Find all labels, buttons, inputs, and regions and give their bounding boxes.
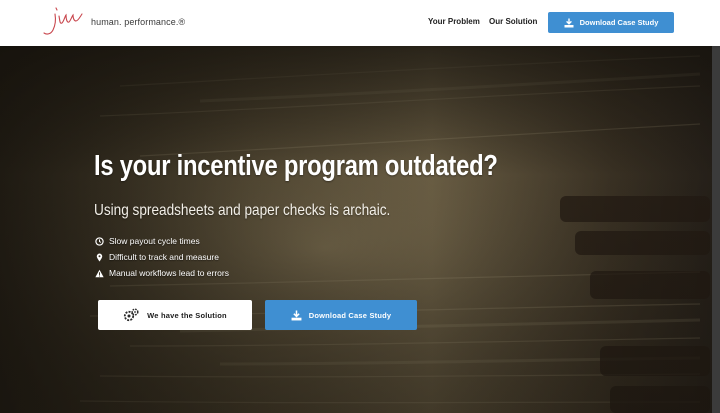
clock-icon xyxy=(95,236,104,246)
map-pin-icon xyxy=(96,253,103,262)
hero-title: Is your incentive program outdated? xyxy=(94,150,498,182)
header-download-label: Download Case Study xyxy=(579,18,659,27)
solution-button-label: We have the Solution xyxy=(147,310,227,320)
page-edge-strip xyxy=(712,46,720,413)
bullet-text: Slow payout cycle times xyxy=(109,236,200,246)
hero-subtitle: Using spreadsheets and paper checks is a… xyxy=(94,202,391,219)
nav-your-problem[interactable]: Your Problem xyxy=(428,17,480,26)
hero-download-label: Download Case Study xyxy=(308,310,392,320)
bullet-text: Difficult to track and measure xyxy=(109,252,219,262)
bullet-item: Manual workflows lead to errors xyxy=(95,268,229,278)
logo-mark[interactable] xyxy=(40,2,86,38)
download-icon xyxy=(564,18,574,27)
nav-our-solution[interactable]: Our Solution xyxy=(489,17,537,26)
download-icon xyxy=(291,310,302,320)
hero-overlay xyxy=(0,46,720,413)
warning-icon xyxy=(95,269,104,277)
bullet-item: Difficult to track and measure xyxy=(95,252,219,262)
cogs-icon xyxy=(124,308,139,322)
hero-section: Is your incentive program outdated? Usin… xyxy=(0,46,720,413)
bullet-item: Slow payout cycle times xyxy=(95,236,200,246)
logo-tagline: human. performance.® xyxy=(91,17,186,27)
hero-download-button[interactable]: Download Case Study xyxy=(265,300,417,330)
bullet-text: Manual workflows lead to errors xyxy=(109,268,229,278)
site-header: human. performance.® Your Problem Our So… xyxy=(0,0,720,46)
header-download-button[interactable]: Download Case Study xyxy=(548,12,674,33)
solution-button[interactable]: We have the Solution xyxy=(98,300,252,330)
